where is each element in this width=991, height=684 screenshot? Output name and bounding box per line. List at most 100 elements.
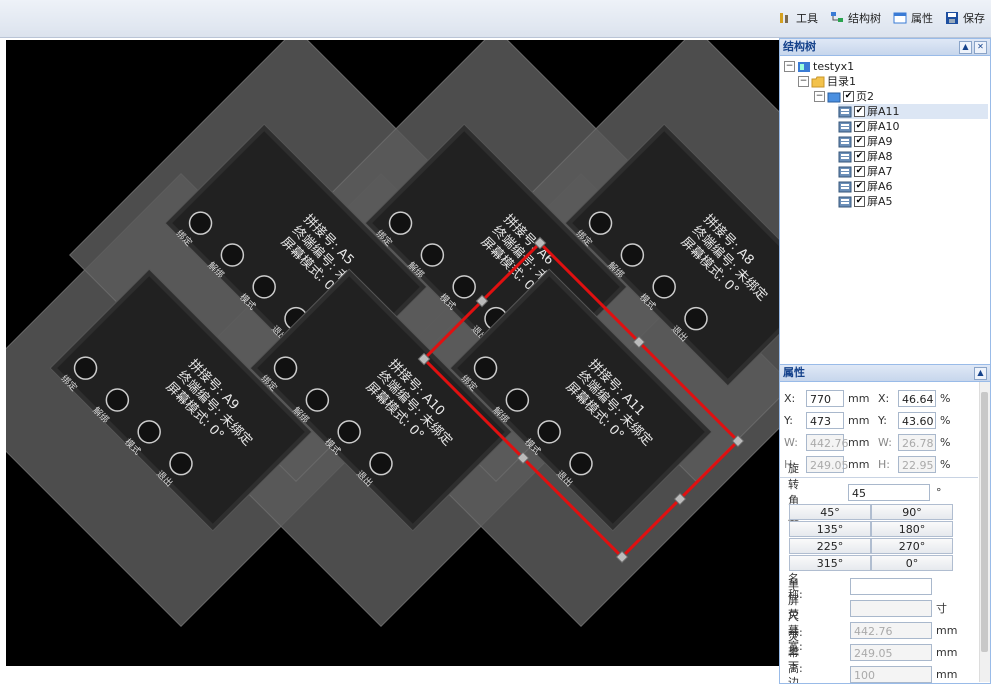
screen-size-input [850,599,932,617]
properties-button[interactable]: 属性 [893,10,933,26]
checkbox[interactable]: ✔ [854,121,865,132]
project-icon [798,61,810,72]
unit-mm: mm [848,435,870,449]
unit-pct: % [940,391,951,405]
tree-label-screen: 屏A9 [867,135,893,148]
top-toolbar: 工具 结构树 属性 保存 [0,0,991,38]
screen-icon [838,196,852,207]
rotate-angle-button[interactable]: 135° [789,521,871,537]
page-icon [827,92,841,102]
checkbox[interactable]: ✔ [854,166,865,177]
tree-node-root[interactable]: − testyx1 [784,59,854,74]
save-button[interactable]: 保存 [945,10,985,26]
screen-icon [838,181,852,192]
unit-pct: % [940,457,951,471]
scrollbar-thumb[interactable] [981,392,988,652]
unit-mm: mm [936,623,958,637]
layout-canvas[interactable]: 拼接号: A5 终端编号: 未绑定 屏幕模式: 0° 绑定 解绑 模式 退出 拼接号: A6 终… [6,40,781,666]
checkbox[interactable]: ✔ [854,151,865,162]
screen-icon [838,106,852,117]
w-label: W: [784,435,798,449]
screen-height-input: 249.05 [850,643,932,661]
tree-label-screen: 屏A11 [867,105,900,118]
x-mm-input[interactable]: 770 [806,389,844,407]
props-label: 属性 [911,12,933,25]
rotate-angle-button[interactable]: 45° [789,504,871,520]
collapse-icon[interactable]: − [798,76,809,87]
structure-panel-header: 结构树 ▲ ✕ [780,39,990,56]
screen-icon [838,136,852,147]
unit-mm: mm [848,413,870,427]
x-label: X: [784,391,796,405]
tree-node-screen[interactable]: ✔ 屏A10 [838,119,900,134]
collapse-icon[interactable]: − [814,91,825,102]
save-label: 保存 [963,12,985,25]
tools-icon [780,13,788,23]
rotate-angle-button[interactable]: 180° [871,521,953,537]
tree-node-screen[interactable]: ✔ 屏A8 [838,149,893,164]
tree-node-screen[interactable]: ✔ 屏A9 [838,134,893,149]
screen-icon [838,121,852,132]
w-pct-label: W: [878,435,892,449]
tree-label-screen: 屏A8 [867,150,893,163]
checkbox[interactable]: ✔ [854,106,865,117]
tools-button[interactable]: 工具 [778,10,818,26]
collapse-icon[interactable]: ▲ [959,41,972,54]
screen-icon [838,166,852,177]
rotate-angle-button[interactable]: 90° [871,504,953,520]
structure-panel-title: 结构树 [783,40,816,53]
tree-label: 结构树 [848,12,881,25]
y-mm-input[interactable]: 473 [806,411,844,429]
properties-scrollbar[interactable] [979,382,990,682]
canvas-svg: 拼接号: A5终端编号: 未绑定屏幕模式: 0°绑定解绑模式退出拼接号: A6终… [6,40,781,627]
x-pct-input[interactable]: 46.64 [898,389,936,407]
collapse-icon[interactable]: ▲ [974,367,987,380]
close-icon[interactable]: ✕ [974,41,987,54]
rotate-angle-button[interactable]: 315° [789,555,871,571]
checkbox[interactable]: ✔ [854,196,865,207]
tree-node-page[interactable]: − ✔ 页2 [814,89,874,104]
unit-mm: mm [936,645,958,659]
h-mm-input: 249.05 [806,455,849,473]
tree-node-screen[interactable]: ✔ 屏A11 [838,104,988,119]
tree-label-screen: 屏A10 [867,120,900,133]
unit-pct: % [940,413,951,427]
y-label: Y: [784,413,793,427]
tree-label-screen: 屏A7 [867,165,893,178]
y-pct-label: Y: [878,413,887,427]
checkbox[interactable]: ✔ [843,91,854,102]
save-icon [946,12,958,24]
unit-mm: mm [936,667,958,681]
tree-label-root: testyx1 [813,60,855,73]
rotate-angle-button[interactable]: 225° [789,538,871,554]
checkbox[interactable]: ✔ [854,181,865,192]
tree-label-screen: 屏A5 [867,195,893,208]
x-pct-label: X: [878,391,890,405]
tree-icon [831,12,843,22]
unit-mm: mm [848,391,870,405]
tree-node-screen[interactable]: ✔ 屏A7 [838,164,893,179]
tree-node-screen[interactable]: ✔ 屏A6 [838,179,893,194]
w-pct-input: 26.78 [898,433,936,451]
inch-unit: 寸 [936,602,947,615]
rotate-angle-button[interactable]: 0° [871,555,953,571]
tools-label: 工具 [796,12,818,25]
name-input[interactable] [850,577,932,595]
structure-tree-button[interactable]: 结构树 [830,10,881,26]
structure-tree-panel: 结构树 ▲ ✕ − testyx1 − 目录1 − ✔ 页2 ✔ 屏A11 ✔ 屏A1… [779,38,991,365]
h-pct-label: H: [878,457,890,471]
unit-mm: mm [848,457,870,471]
tree-node-directory[interactable]: − 目录1 [798,74,856,89]
divider [780,477,978,478]
collapse-icon[interactable]: − [784,61,795,72]
checkbox[interactable]: ✔ [854,136,865,147]
w-mm-input: 442.76 [806,433,849,451]
degree-unit: ° [936,485,942,499]
rotation-input[interactable]: 45 [848,483,930,501]
tree-node-screen[interactable]: ✔ 屏A5 [838,194,893,209]
folder-icon [811,76,825,87]
rotate-angle-button[interactable]: 270° [871,538,953,554]
y-pct-input[interactable]: 43.60 [898,411,936,429]
border-input: 100 [850,665,932,683]
screen-width-input: 442.76 [850,621,932,639]
